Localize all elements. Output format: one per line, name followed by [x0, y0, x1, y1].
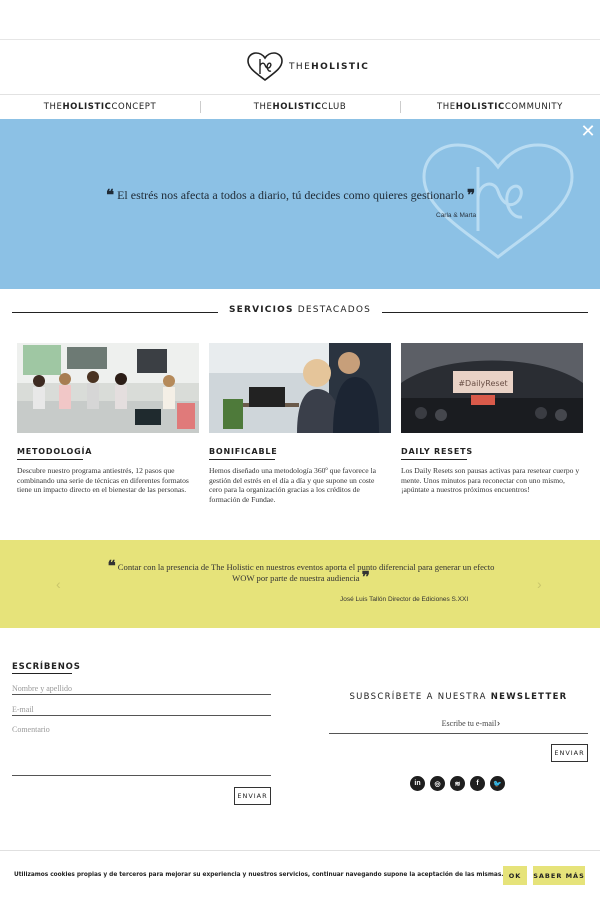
newsletter-email-input[interactable] [409, 719, 529, 728]
close-icon[interactable]: ✕ [580, 122, 596, 140]
site-header: THEHOLISTIC [0, 40, 600, 94]
divider [401, 459, 467, 460]
email-field[interactable] [12, 704, 271, 716]
close-quote-icon: ❞ [466, 188, 476, 204]
close-quote-icon: ❞ [361, 570, 370, 586]
social-links: in ◎ ≋ f 🐦 [410, 776, 505, 791]
divider [12, 673, 72, 674]
instagram-icon[interactable]: ◎ [430, 776, 445, 791]
cookie-more-button[interactable]: SABER MÁS [533, 866, 585, 885]
facebook-icon[interactable]: f [470, 776, 485, 791]
service-image-bonificable[interactable] [209, 343, 391, 433]
service-card-bonificable: BONIFICABLE Hemos diseñado una metodolog… [209, 343, 391, 504]
cookie-ok-button[interactable]: OK [503, 866, 527, 885]
divider [12, 312, 218, 313]
chevron-right-icon[interactable]: › [497, 718, 500, 728]
logo[interactable]: THEHOLISTIC [246, 50, 369, 84]
hero-quote: ❝ El estrés nos afecta a todos a diario,… [106, 188, 476, 204]
newsletter-send-button[interactable]: ENVIAR [551, 744, 588, 762]
twitter-icon[interactable]: 🐦 [490, 776, 505, 791]
testimonial-author: José Luis Tallón Director de Ediciones S… [340, 596, 469, 603]
service-description: Descubre nuestro programa antiestrés, 12… [17, 466, 189, 495]
linkedin-icon[interactable]: in [410, 776, 425, 791]
service-title[interactable]: METODOLOGÍA [17, 447, 92, 456]
newsletter-title: SUBSCRÍBETE A NUESTRA NEWSLETTER [349, 692, 568, 702]
open-quote-icon: ❝ [106, 188, 115, 204]
divider [209, 459, 275, 460]
services-heading: SERVICIOS DESTACADOS [0, 305, 600, 319]
newsletter-field: › [329, 717, 588, 734]
brand-name: THEHOLISTIC [289, 62, 370, 72]
comment-field[interactable] [12, 725, 271, 776]
nav-item-community[interactable]: THE HOLISTIC COMMUNITY [400, 95, 600, 118]
service-title[interactable]: BONIFICABLE [209, 447, 278, 456]
divider [17, 459, 83, 460]
top-bar [0, 0, 600, 40]
cookie-bar: Utilizamos cookies propias y de terceros… [0, 850, 600, 899]
service-title[interactable]: DAILY RESETS [401, 447, 473, 456]
main-nav: THE HOLISTIC CONCEPT THE HOLISTIC CLUB THE HO… [0, 94, 600, 118]
service-description: Los Daily Resets son pausas activas para… [401, 466, 580, 495]
testimonial-quote: ❝ Contar con la presencia de The Holisti… [107, 559, 495, 586]
hero-author: Carla & Marta [436, 212, 477, 219]
cookie-text: Utilizamos cookies propias y de terceros… [14, 872, 504, 878]
service-image-daily-resets[interactable]: #DailyReset [401, 343, 583, 433]
contact-send-button[interactable]: ENVIAR [234, 787, 271, 805]
daily-reset-screen-text: #DailyReset [458, 379, 507, 388]
chevron-right-icon[interactable]: › [537, 576, 542, 592]
nav-item-club[interactable]: THE HOLISTIC CLUB [200, 95, 400, 118]
divider [382, 312, 588, 313]
name-field[interactable] [12, 683, 271, 695]
holistic-heart-logo-icon [247, 52, 283, 82]
hero-banner: ✕ ❝ El estrés nos afecta a todos a diari… [0, 119, 600, 289]
service-card-metodologia: METODOLOGÍA Descubre nuestro programa an… [17, 343, 199, 494]
testimonial-slider: ‹ ❝ Contar con la presencia de The Holis… [0, 540, 600, 628]
service-image-metodologia[interactable] [17, 343, 199, 433]
service-description: Hemos diseñado una metodología 360º que … [209, 466, 377, 504]
spotify-icon[interactable]: ≋ [450, 776, 465, 791]
chevron-left-icon[interactable]: ‹ [56, 576, 61, 592]
service-card-daily-resets: #DailyReset DAILY RESETS Los Daily Reset… [401, 343, 583, 494]
contact-title: ESCRÍBENOS [12, 662, 81, 672]
open-quote-icon: ❝ [107, 559, 116, 575]
nav-item-concept[interactable]: THE HOLISTIC CONCEPT [0, 95, 200, 118]
